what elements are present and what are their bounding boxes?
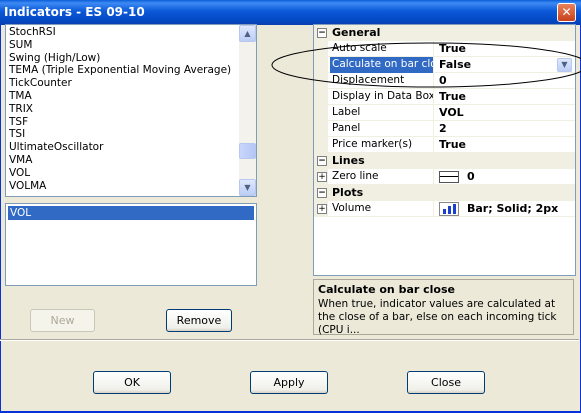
property-row-display-in-data-box[interactable]: Display in Data Box True <box>314 89 575 105</box>
ok-button[interactable]: OK <box>93 371 171 394</box>
collapse-icon[interactable]: − <box>317 156 327 166</box>
indicator-list-item[interactable]: TSI <box>9 128 237 141</box>
property-value[interactable]: 2 <box>436 121 574 137</box>
indicator-list-item[interactable]: TRIX <box>9 103 237 116</box>
row-gutter: + <box>314 201 328 217</box>
scrollbar-thumb[interactable] <box>239 143 256 159</box>
indicator-list-item[interactable]: StochRSI <box>9 26 237 39</box>
expand-icon[interactable]: + <box>317 172 327 182</box>
indicator-list-item[interactable]: Swing (High/Low) <box>9 52 237 65</box>
property-row-volume[interactable]: + Volume Bar; Solid; 2px <box>314 201 575 217</box>
property-row-price-markers[interactable]: Price marker(s) True <box>314 137 575 153</box>
property-name: Label <box>330 105 434 121</box>
description-title: Calculate on bar close <box>318 283 455 296</box>
bar-plot-icon <box>439 202 459 216</box>
window-close-button[interactable]: ✕ <box>557 3 576 22</box>
applied-indicators-list[interactable]: VOL <box>5 203 257 286</box>
indicator-list-item[interactable]: UltimateOscillator <box>9 141 237 154</box>
property-name: Zero line <box>330 169 434 185</box>
volume-plot-value: Bar; Solid; 2px <box>467 202 559 215</box>
indicator-list[interactable]: StochRSI SUM Swing (High/Low) TEMA (Trip… <box>5 24 257 197</box>
indicator-list-item[interactable]: VMA <box>9 154 237 167</box>
collapse-icon[interactable]: − <box>317 28 327 38</box>
property-row-panel[interactable]: Panel 2 <box>314 121 575 137</box>
row-gutter <box>314 89 328 105</box>
category-lines[interactable]: − Lines <box>314 153 575 169</box>
zero-line-value: 0 <box>467 170 475 183</box>
title-bar: Indicators - ES 09-10 ✕ <box>0 0 581 25</box>
description-text: When true, indicator values are calculat… <box>318 298 557 336</box>
collapse-icon[interactable]: − <box>317 188 327 198</box>
category-label: Lines <box>332 154 365 167</box>
indicator-list-scrollbar[interactable]: ▲ ▼ <box>239 25 256 196</box>
property-row-zero-line[interactable]: + Zero line 0 <box>314 169 575 185</box>
separator <box>0 339 579 341</box>
scroll-up-icon[interactable]: ▲ <box>239 25 256 42</box>
category-label: Plots <box>332 186 364 199</box>
property-row-label[interactable]: Label VOL <box>314 105 575 121</box>
apply-button[interactable]: Apply <box>250 371 328 394</box>
close-button[interactable]: Close <box>407 371 485 394</box>
remove-button[interactable]: Remove <box>166 309 232 332</box>
property-value[interactable]: True <box>436 89 574 105</box>
property-name: Price marker(s) <box>330 137 434 153</box>
property-name: Volume <box>330 201 434 217</box>
property-value[interactable]: True <box>436 137 574 153</box>
property-description-panel: Calculate on bar close When true, indica… <box>313 279 574 336</box>
scroll-down-icon[interactable]: ▼ <box>239 179 256 196</box>
row-gutter <box>314 121 328 137</box>
property-value[interactable]: Bar; Solid; 2px <box>436 201 574 217</box>
indicator-list-item[interactable]: TickCounter <box>9 77 237 90</box>
property-value[interactable]: 0 <box>436 169 574 185</box>
new-button[interactable]: New <box>30 309 95 332</box>
property-value[interactable]: VOL <box>436 105 574 121</box>
row-gutter <box>314 137 328 153</box>
property-name: Panel <box>330 121 434 137</box>
indicator-list-item[interactable]: SUM <box>9 39 237 52</box>
property-name: Display in Data Box <box>330 89 434 105</box>
indicator-list-item[interactable]: TSF <box>9 116 237 129</box>
indicator-list-item[interactable]: VOLMA <box>9 180 237 193</box>
annotation-ellipse <box>271 42 581 88</box>
indicator-list-item[interactable]: VOL <box>9 167 237 180</box>
indicator-list-item[interactable]: TEMA (Triple Exponential Moving Average) <box>9 64 237 77</box>
indicator-list-item[interactable]: TMA <box>9 90 237 103</box>
expand-icon[interactable]: + <box>317 204 327 214</box>
applied-indicator-item[interactable]: VOL <box>8 206 254 220</box>
category-plots[interactable]: − Plots <box>314 185 575 201</box>
window-title: Indicators - ES 09-10 <box>4 5 145 19</box>
line-style-icon <box>439 171 459 183</box>
row-gutter: + <box>314 169 328 185</box>
row-gutter <box>314 105 328 121</box>
